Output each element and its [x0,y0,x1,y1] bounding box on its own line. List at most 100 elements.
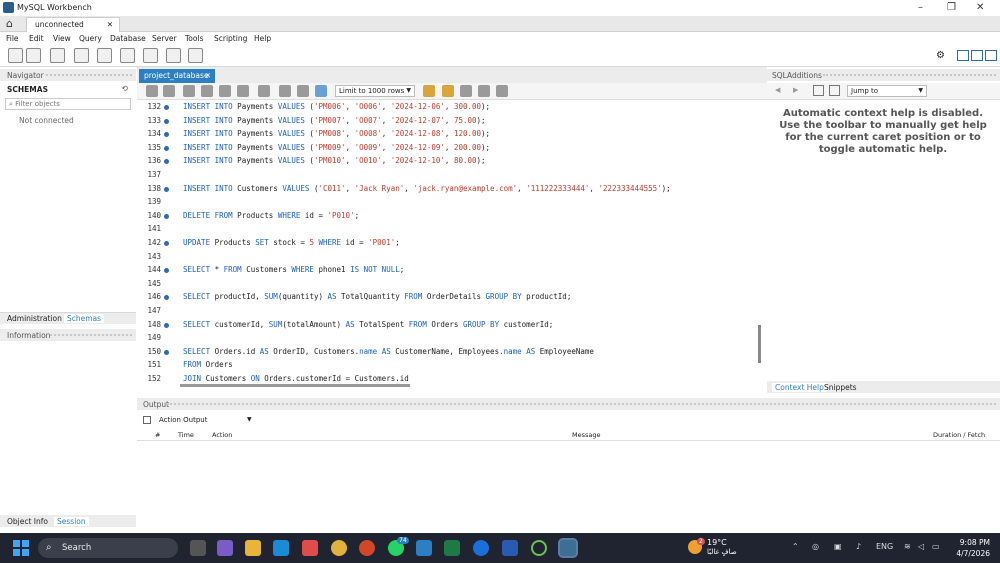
menu-scripting[interactable]: Scripting [214,34,247,43]
close-icon[interactable]: ✕ [107,20,113,29]
code-line[interactable]: 136 INSERT INTO Payments VALUES ('PM010',… [137,156,757,168]
store-icon[interactable] [302,540,318,556]
menu-edit[interactable]: Edit [29,34,44,43]
code-line[interactable]: 142 UPDATE Products SET stock = 5 WHERE i… [137,238,757,250]
toggle-error-icon[interactable] [258,85,270,97]
menu-view[interactable]: View [53,34,71,43]
forward-icon[interactable]: ▶ [793,86,798,94]
new-sql-tab-icon[interactable] [8,48,23,63]
mysql-workbench-taskbar-icon[interactable] [558,538,578,558]
create-view-icon[interactable] [120,48,135,63]
close-button[interactable]: ✕ [976,2,984,13]
toggle-output-icon[interactable] [971,50,983,61]
code-line[interactable]: 139 [137,197,757,209]
add-to-snippets-icon[interactable] [423,85,435,97]
code-line[interactable]: 147 [137,306,757,318]
invisible-chars-icon[interactable] [478,85,490,97]
excel-icon[interactable] [444,540,460,556]
commit-icon[interactable] [279,85,291,97]
editor-vertical-scrollbar[interactable] [758,325,761,363]
code-line[interactable]: 144 SELECT * FROM Customers WHERE phone1 … [137,265,757,277]
code-line[interactable]: 152 JOIN Customers ON Orders.customerId =… [137,374,757,384]
microphone-icon[interactable]: ♪ [856,542,861,551]
create-table-icon[interactable] [97,48,112,63]
zoom-icon[interactable] [473,540,489,556]
vscode-icon[interactable] [416,540,432,556]
toggle-sidebar-icon[interactable] [985,50,997,61]
reconnect-icon[interactable] [188,48,203,63]
clock[interactable]: 9:08 PM 4/7/2026 [950,537,990,559]
powerpoint-icon[interactable] [359,540,375,556]
code-line[interactable]: 133 INSERT INTO Payments VALUES ('PM007',… [137,116,757,128]
tab-administration[interactable]: Administration [7,314,62,323]
tab-schemas[interactable]: Schemas [64,314,105,323]
tab-snippets[interactable]: Snippets [824,383,857,392]
code-line[interactable]: 151 FROM Orders [137,360,757,372]
output-type-select[interactable]: Action Output ▼ [143,414,253,427]
find-icon[interactable] [460,85,472,97]
edge-icon[interactable] [273,540,289,556]
code-line[interactable]: 138 INSERT INTO Customers VALUES ('C011',… [137,184,757,196]
code-line[interactable]: 135 INSERT INTO Payments VALUES ('PM009',… [137,143,757,155]
copilot-icon[interactable] [217,540,233,556]
open-file-icon[interactable] [146,85,158,97]
manual-help-icon[interactable] [813,85,824,96]
limit-rows-select[interactable]: Limit to 1000 rows ▼ [335,85,415,97]
tab-object-info[interactable]: Object Info [7,517,48,526]
taskbar-search[interactable]: ⌕ Search [38,538,178,558]
editor-tab-project-database[interactable]: project_database ✕ [139,69,215,83]
open-sql-script-icon[interactable] [26,48,41,63]
camtasia-icon[interactable] [531,540,547,556]
start-button[interactable] [13,540,29,556]
code-line[interactable]: 145 [137,279,757,291]
auto-help-icon[interactable] [829,85,840,96]
task-view-icon[interactable] [190,540,206,556]
word-icon[interactable] [502,540,518,556]
code-line[interactable]: 132 INSERT INTO Payments VALUES ('PM006',… [137,102,757,114]
execute-current-icon[interactable] [201,85,213,97]
code-line[interactable]: 146 SELECT productId, SUM(quantity) AS To… [137,292,757,304]
menu-help[interactable]: Help [254,34,271,43]
security-icon[interactable]: ▣ [834,542,842,551]
wrap-lines-icon[interactable] [496,85,508,97]
inspector-icon[interactable] [50,48,65,63]
language-indicator[interactable]: ENG [876,542,893,551]
code-line[interactable]: 148 SELECT customerId, SUM(totalAmount) A… [137,320,757,332]
create-procedure-icon[interactable] [143,48,158,63]
chevron-up-icon[interactable]: ⌃ [792,542,799,551]
jump-to-select[interactable]: Jump to ▼ [847,85,927,97]
filter-objects-input[interactable]: ⌕ Filter objects [5,98,131,110]
menu-tools[interactable]: Tools [185,34,203,43]
tab-session[interactable]: Session [54,517,89,526]
close-icon[interactable]: ✕ [205,71,211,80]
stop-icon[interactable] [237,85,249,97]
battery-icon[interactable]: ▭ [932,542,940,551]
menu-database[interactable]: Database [110,34,146,43]
rollback-icon[interactable] [297,85,309,97]
onedrive-icon[interactable]: ◎ [812,542,819,551]
create-schema-icon[interactable] [74,48,89,63]
menu-server[interactable]: Server [152,34,177,43]
code-line[interactable]: 134 INSERT INTO Payments VALUES ('PM008',… [137,129,757,141]
file-explorer-icon[interactable] [245,540,261,556]
explain-icon[interactable] [219,85,231,97]
beautify-icon[interactable] [442,85,454,97]
tab-context-help[interactable]: Context Help [772,383,827,392]
search-table-data-icon[interactable] [166,48,181,63]
back-icon[interactable]: ◀ [775,86,780,94]
gear-icon[interactable]: ⚙ [936,50,945,61]
code-line[interactable]: 140 DELETE FROM Products WHERE id = 'P010… [137,211,757,223]
menu-file[interactable]: File [6,34,19,43]
connection-tab[interactable]: unconnected ✕ [26,17,120,32]
volume-icon[interactable]: ◁ [918,542,924,551]
code-line[interactable]: 150 SELECT Orders.id AS OrderID, Customer… [137,347,757,359]
code-line[interactable]: 149 [137,333,757,345]
menu-query[interactable]: Query [79,34,102,43]
code-line[interactable]: 143 [137,252,757,264]
code-line[interactable]: 141 [137,224,757,236]
refresh-icon[interactable]: ⟲ [121,84,128,93]
chrome-icon[interactable] [331,540,347,556]
home-icon[interactable]: ⌂ [6,17,20,31]
maximize-button[interactable]: ❐ [947,2,956,13]
code-line[interactable]: 137 [137,170,757,182]
